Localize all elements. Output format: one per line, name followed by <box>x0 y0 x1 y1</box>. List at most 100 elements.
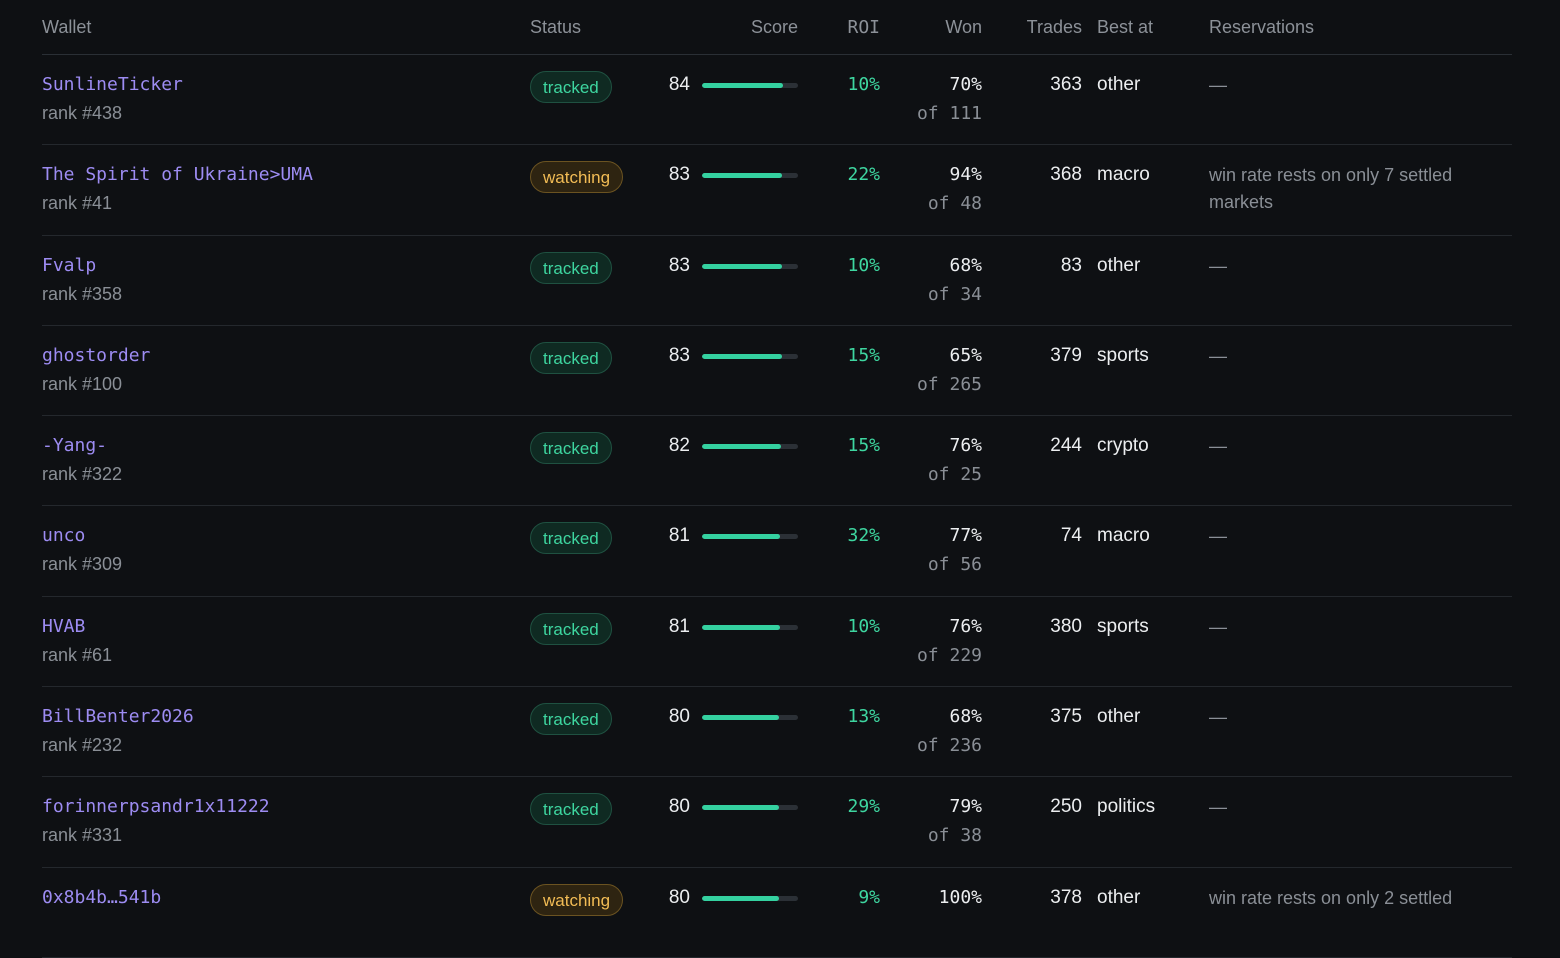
status-badge: tracked <box>530 703 612 736</box>
trades-count: 83 <box>1060 254 1082 276</box>
score-value: 83 <box>668 164 690 186</box>
wallet-link[interactable]: -Yang- <box>42 435 107 456</box>
col-header-score[interactable]: Score <box>702 17 798 38</box>
won-settled-count: of 38 <box>927 825 982 847</box>
won-settled-count: of 34 <box>927 283 982 305</box>
trades-count: 74 <box>1060 525 1082 547</box>
reservations-note: — <box>1209 797 1227 818</box>
score-bar-fill <box>702 353 782 359</box>
wallet-rank: rank #41 <box>42 193 113 214</box>
table-row[interactable]: BillBenter2026 rank #232 tracked 80 13% 68% of… <box>42 687 1512 778</box>
won-rate: 65% <box>949 344 982 366</box>
score-bar <box>702 173 798 179</box>
wallet-table: Wallet Status Score ROI Won Trades Best … <box>42 0 1512 958</box>
wallet-link[interactable]: BillBenter2026 <box>42 706 194 727</box>
wallet-rank: rank #322 <box>42 464 123 485</box>
table-row[interactable]: SunlineTicker rank #438 tracked 84 10% 70% of … <box>42 55 1512 146</box>
col-header-reservations[interactable]: Reservations <box>1209 17 1314 38</box>
col-header-status[interactable]: Status <box>530 17 581 38</box>
roi-value: 10% <box>847 74 880 95</box>
score-bar-fill <box>702 805 779 811</box>
status-badge: tracked <box>530 341 612 374</box>
wallet-rank: rank #61 <box>42 644 113 665</box>
col-header-roi[interactable]: ROI <box>822 17 880 38</box>
won-rate: 77% <box>949 525 982 547</box>
best-at-category: sports <box>1097 615 1149 637</box>
col-header-won[interactable]: Won <box>902 17 982 38</box>
won-settled-count: of 25 <box>927 464 982 486</box>
reservations-note: win rate rests on only 2 settled <box>1209 887 1453 908</box>
trades-count: 380 <box>1050 615 1082 637</box>
score-value: 80 <box>668 796 690 818</box>
won-rate: 76% <box>949 435 982 457</box>
wallet-link[interactable]: ghostorder <box>42 345 150 366</box>
status-badge: tracked <box>530 71 612 103</box>
reservations-note: — <box>1209 436 1227 457</box>
status-badge: tracked <box>530 522 612 555</box>
score-bar-fill <box>702 624 780 630</box>
col-header-best-at[interactable]: Best at <box>1097 17 1153 38</box>
won-rate: 68% <box>949 254 982 276</box>
won-rate: 100% <box>938 886 982 908</box>
wallet-rank: rank #100 <box>42 373 123 394</box>
wallet-link[interactable]: SunlineTicker <box>42 74 183 95</box>
reservations-note: — <box>1209 526 1227 547</box>
roi-value: 10% <box>847 254 880 276</box>
won-settled-count: of 229 <box>916 644 982 666</box>
score-bar <box>702 805 798 811</box>
table-row[interactable]: Fvalp rank #358 tracked 83 10% 68% of 34 83 othe… <box>42 236 1512 326</box>
score-bar-fill <box>702 715 779 721</box>
best-at-category: sports <box>1097 344 1149 366</box>
table-row[interactable]: -Yang-rank #322 tracked 82 15% 76% of 25 244 cr… <box>42 416 1512 507</box>
trades-count: 368 <box>1050 164 1082 186</box>
score-value: 83 <box>668 254 690 276</box>
reservations-note: win rate rests on only 7 settled markets <box>1209 165 1453 213</box>
score-bar-fill <box>702 263 782 269</box>
won-rate: 70% <box>949 74 982 95</box>
roi-value: 9% <box>858 886 880 908</box>
score-value: 80 <box>668 886 690 908</box>
score-bar-fill <box>702 83 783 88</box>
roi-value: 13% <box>847 706 880 728</box>
wallet-rank: rank #438 <box>42 103 123 123</box>
score-value: 84 <box>668 74 690 95</box>
trades-count: 379 <box>1050 344 1082 366</box>
score-bar-fill <box>702 534 780 540</box>
wallet-rank: rank #232 <box>42 735 123 756</box>
reservations-note: — <box>1209 75 1227 95</box>
table-row[interactable]: 0x8b4b…541b watching 80 9% 100% 378 other win r… <box>42 868 1512 958</box>
reservations-note: — <box>1209 707 1227 728</box>
score-bar <box>702 263 798 269</box>
score-value: 81 <box>668 615 690 637</box>
best-at-category: macro <box>1097 525 1150 547</box>
wallet-link[interactable]: 0x8b4b…541b <box>42 887 161 908</box>
wallet-link[interactable]: unco <box>42 525 85 546</box>
wallet-link[interactable]: Fvalp <box>42 255 96 276</box>
trades-count: 244 <box>1050 435 1082 457</box>
won-rate: 76% <box>949 615 982 637</box>
table-row[interactable]: HVAB rank #61 tracked 81 10% 76% of 229 380 spor… <box>42 597 1512 688</box>
best-at-category: politics <box>1097 796 1156 818</box>
best-at-category: crypto <box>1097 435 1149 457</box>
score-bar <box>702 83 798 88</box>
wallet-link[interactable]: HVAB <box>42 616 85 637</box>
col-header-trades[interactable]: Trades <box>1002 17 1082 38</box>
roi-value: 10% <box>847 615 880 637</box>
status-badge: tracked <box>530 432 612 465</box>
score-value: 81 <box>668 525 690 547</box>
table-row[interactable]: forinnerpsandr1x11222 rank #331 tracked 80 2… <box>42 777 1512 868</box>
table-row[interactable]: The Spirit of Ukraine>UMA rank #41 watchin… <box>42 145 1512 236</box>
wallet-link[interactable]: The Spirit of Ukraine>UMA <box>42 164 313 185</box>
table-row[interactable]: unco rank #309 tracked 81 32% 77% of 56 74 macro… <box>42 506 1512 597</box>
reservations-note: — <box>1209 616 1227 637</box>
col-header-wallet[interactable]: Wallet <box>42 17 91 38</box>
table-row[interactable]: ghostorder rank #100 tracked 83 15% 65% of 265… <box>42 326 1512 417</box>
wallet-rank: rank #331 <box>42 825 123 846</box>
roi-value: 15% <box>847 435 880 457</box>
roi-value: 29% <box>847 796 880 818</box>
best-at-category: other <box>1097 254 1141 276</box>
status-badge: tracked <box>530 793 612 826</box>
score-bar <box>702 715 798 721</box>
wallet-link[interactable]: forinnerpsandr1x11222 <box>42 796 270 817</box>
won-rate: 79% <box>949 796 982 818</box>
